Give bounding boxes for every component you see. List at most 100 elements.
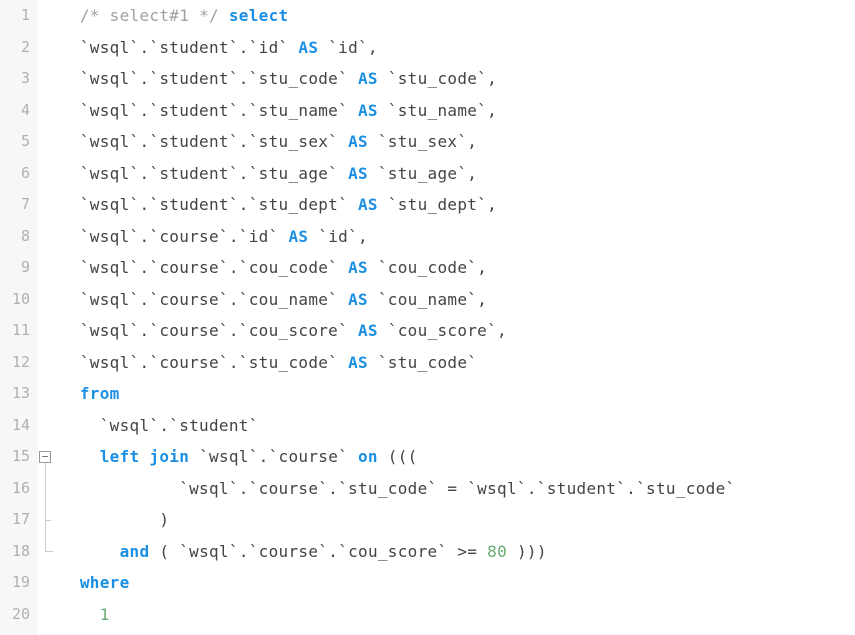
- token-keyword: where: [80, 573, 130, 592]
- token-keyword: AS: [348, 290, 368, 309]
- token-comment: /* select#1 */: [80, 6, 219, 25]
- code-line[interactable]: `wsql`.`student`.`id` AS `id`,: [60, 32, 855, 64]
- code-line[interactable]: `wsql`.`course`.`id` AS `id`,: [60, 221, 855, 253]
- code-editor: 1234567891011121314151617181920 − /* sel…: [0, 0, 855, 635]
- token-text: `wsql`.`student`.`stu_dept`: [60, 195, 358, 214]
- token-number: 1: [100, 605, 110, 624]
- code-line[interactable]: `wsql`.`course`.`stu_code` AS `stu_code`: [60, 347, 855, 379]
- code-line[interactable]: `wsql`.`course`.`stu_code` = `wsql`.`stu…: [60, 473, 855, 505]
- fold-mid-tick: [45, 520, 51, 521]
- token-text: `stu_dept`,: [378, 195, 497, 214]
- line-number: 10: [0, 284, 30, 316]
- token-text: `wsql`.`student`.`stu_sex`: [60, 132, 348, 151]
- token-text: `cou_score`,: [378, 321, 507, 340]
- token-text: (((: [378, 447, 418, 466]
- code-line[interactable]: `wsql`.`student`: [60, 410, 855, 442]
- token-text: `id`,: [308, 227, 368, 246]
- token-text: `wsql`.`student`.`stu_name`: [60, 101, 358, 120]
- token-text: ): [60, 510, 169, 529]
- line-number: 6: [0, 158, 30, 190]
- line-number: 12: [0, 347, 30, 379]
- token-text: `wsql`.`course`.`stu_code`: [60, 353, 348, 372]
- token-text: `wsql`.`student`.`stu_code`: [60, 69, 358, 88]
- code-line[interactable]: `wsql`.`course`.`cou_code` AS `cou_code`…: [60, 252, 855, 284]
- token-keyword: AS: [358, 69, 378, 88]
- line-number: 8: [0, 221, 30, 253]
- token-keyword: from: [80, 384, 120, 403]
- code-line[interactable]: `wsql`.`course`.`cou_score` AS `cou_scor…: [60, 315, 855, 347]
- token-text: ( `wsql`.`course`.`cou_score` >=: [149, 542, 487, 561]
- token-keyword: AS: [358, 195, 378, 214]
- token-text: `wsql`.`course`.`cou_score`: [60, 321, 358, 340]
- line-number: 19: [0, 567, 30, 599]
- fold-end-tick: [45, 551, 53, 552]
- token-text: `stu_code`: [368, 353, 477, 372]
- line-number: 18: [0, 536, 30, 568]
- token-number: 80: [487, 542, 507, 561]
- token-keyword: AS: [298, 38, 318, 57]
- code-line[interactable]: `wsql`.`student`.`stu_age` AS `stu_age`,: [60, 158, 855, 190]
- token-text: `wsql`.`course`.`stu_code` = `wsql`.`stu…: [60, 479, 735, 498]
- token-text: `cou_code`,: [368, 258, 487, 277]
- code-line[interactable]: `wsql`.`student`.`stu_name` AS `stu_name…: [60, 95, 855, 127]
- code-line[interactable]: `wsql`.`course`.`cou_name` AS `cou_name`…: [60, 284, 855, 316]
- line-number: 14: [0, 410, 30, 442]
- line-number: 5: [0, 126, 30, 158]
- token-keyword: and: [120, 542, 150, 561]
- token-text: [60, 384, 80, 403]
- line-number: 13: [0, 378, 30, 410]
- code-line[interactable]: where: [60, 567, 855, 599]
- line-number: 7: [0, 189, 30, 221]
- token-text: `wsql`.`course`.`cou_name`: [60, 290, 348, 309]
- token-text: `wsql`.`course`.`cou_code`: [60, 258, 348, 277]
- token-text: [60, 447, 100, 466]
- token-keyword: AS: [348, 164, 368, 183]
- code-line[interactable]: and ( `wsql`.`course`.`cou_score` >= 80 …: [60, 536, 855, 568]
- fold-toggle-icon[interactable]: −: [39, 451, 51, 463]
- line-number: 4: [0, 95, 30, 127]
- line-number: 1: [0, 0, 30, 32]
- fold-gutter: −: [38, 0, 56, 635]
- token-keyword: AS: [358, 101, 378, 120]
- fold-guide-line: [45, 463, 46, 552]
- code-line[interactable]: /* select#1 */ select: [60, 0, 855, 32]
- code-line[interactable]: `wsql`.`student`.`stu_code` AS `stu_code…: [60, 63, 855, 95]
- line-number: 3: [0, 63, 30, 95]
- token-text: `wsql`.`course`: [189, 447, 358, 466]
- code-line[interactable]: ): [60, 504, 855, 536]
- token-keyword: AS: [358, 321, 378, 340]
- code-line[interactable]: from: [60, 378, 855, 410]
- token-text: [60, 573, 80, 592]
- token-keyword: AS: [288, 227, 308, 246]
- token-text: `wsql`.`course`.`id`: [60, 227, 288, 246]
- line-number: 9: [0, 252, 30, 284]
- token-text: [60, 6, 80, 25]
- line-number: 2: [0, 32, 30, 64]
- line-number: 16: [0, 473, 30, 505]
- line-number-gutter: 1234567891011121314151617181920: [0, 0, 38, 635]
- token-keyword: AS: [348, 132, 368, 151]
- line-number: 17: [0, 504, 30, 536]
- token-text: [219, 6, 229, 25]
- token-keyword: left join: [100, 447, 189, 466]
- token-text: `wsql`.`student`: [60, 416, 259, 435]
- token-keyword: AS: [348, 353, 368, 372]
- token-text: [60, 605, 100, 624]
- token-text: `stu_name`,: [378, 101, 497, 120]
- line-number: 15: [0, 441, 30, 473]
- code-line[interactable]: 1: [60, 599, 855, 631]
- token-keyword: AS: [348, 258, 368, 277]
- token-text: `stu_age`,: [368, 164, 477, 183]
- token-text: `wsql`.`student`.`stu_age`: [60, 164, 348, 183]
- token-keyword: on: [358, 447, 378, 466]
- code-line[interactable]: `wsql`.`student`.`stu_sex` AS `stu_sex`,: [60, 126, 855, 158]
- token-text: [60, 542, 120, 561]
- line-number: 20: [0, 599, 30, 631]
- token-text: ))): [507, 542, 547, 561]
- code-line[interactable]: left join `wsql`.`course` on (((: [60, 441, 855, 473]
- code-line[interactable]: `wsql`.`student`.`stu_dept` AS `stu_dept…: [60, 189, 855, 221]
- token-text: `id`,: [318, 38, 378, 57]
- code-area[interactable]: /* select#1 */ select `wsql`.`student`.`…: [56, 0, 855, 635]
- token-text: `stu_sex`,: [368, 132, 477, 151]
- token-text: `cou_name`,: [368, 290, 487, 309]
